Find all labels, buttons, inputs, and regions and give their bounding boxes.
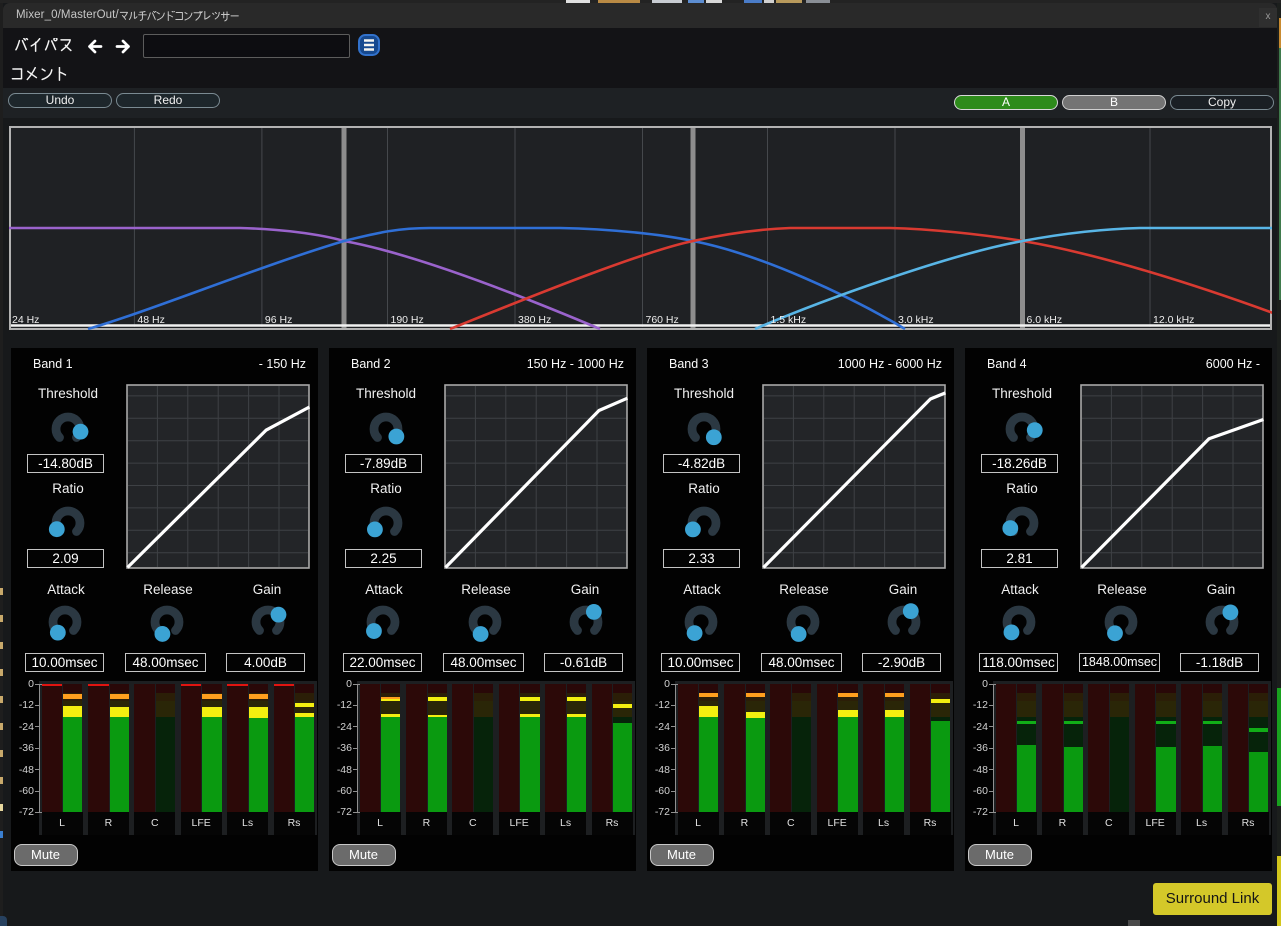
svg-text:190 Hz: 190 Hz — [391, 314, 424, 326]
svg-text:760 Hz: 760 Hz — [646, 314, 679, 326]
svg-text:96 Hz: 96 Hz — [265, 314, 292, 326]
svg-text:3.0 kHz: 3.0 kHz — [898, 314, 934, 326]
svg-text:1.5 kHz: 1.5 kHz — [771, 314, 807, 326]
svg-text:12.0 kHz: 12.0 kHz — [1153, 314, 1194, 326]
svg-text:24 Hz: 24 Hz — [12, 314, 39, 326]
svg-text:48 Hz: 48 Hz — [137, 314, 164, 326]
svg-text:380 Hz: 380 Hz — [518, 314, 551, 326]
svg-text:6.0 kHz: 6.0 kHz — [1027, 314, 1063, 326]
